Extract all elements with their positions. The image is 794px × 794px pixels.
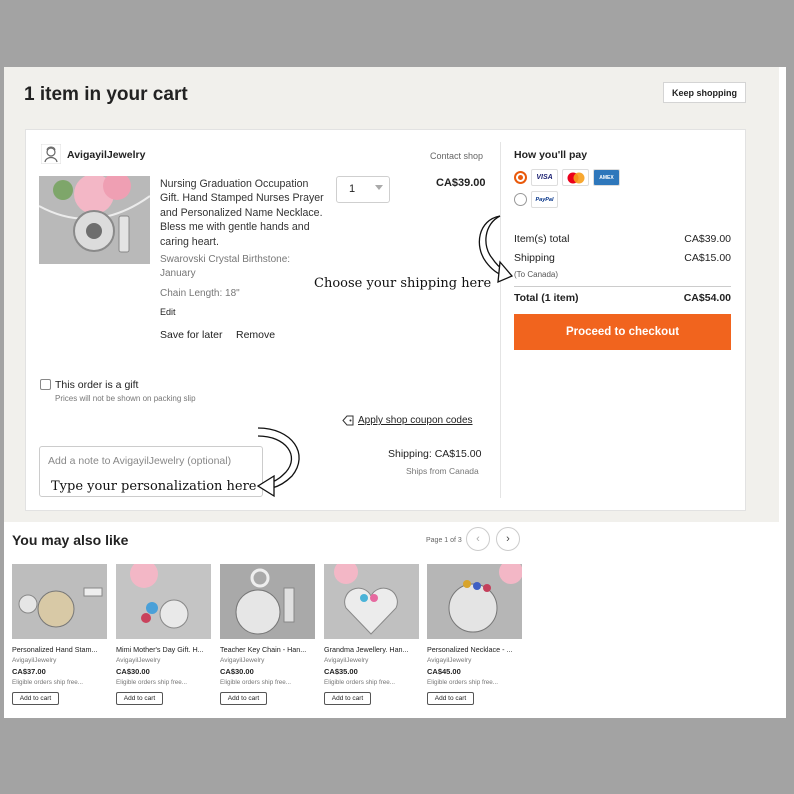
visa-icon: VISA (531, 169, 558, 186)
recommendation-image[interactable] (116, 564, 211, 639)
note-placeholder: Add a note to AvigayilJewelry (optional) (48, 455, 232, 467)
save-for-later-link[interactable]: Save for later (160, 329, 222, 341)
remove-link[interactable]: Remove (236, 329, 275, 341)
add-to-cart-button[interactable]: Add to cart (324, 692, 371, 705)
shipping-label: Shipping (514, 252, 555, 264)
recommendation-shop: AvigayilJewelry (220, 657, 265, 664)
keep-shopping-button[interactable]: Keep shopping (663, 82, 746, 103)
birthstone-option: Swarovski Crystal Birthstone: (160, 254, 291, 265)
recommendation-shipping: Eligible orders ship free... (324, 679, 396, 686)
amex-icon: AMEX (593, 169, 620, 186)
recommendation-shipping: Eligible orders ship free... (220, 679, 292, 686)
total-label: Total (1 item) (514, 292, 579, 304)
add-to-cart-button[interactable]: Add to cart (427, 692, 474, 705)
coupon-link-label: Apply shop coupon codes (358, 415, 473, 426)
proceed-to-checkout-button[interactable]: Proceed to checkout (514, 314, 731, 350)
card-payment-radio[interactable] (514, 171, 527, 184)
column-divider (500, 142, 501, 498)
recommendation-card[interactable]: Grandma Jewellery. Han... AvigayilJewelr… (324, 564, 419, 705)
recommendation-shop: AvigayilJewelry (116, 657, 161, 664)
recommendation-shop: AvigayilJewelry (324, 657, 369, 664)
recommendation-card[interactable]: Personalized Hand Stam... AvigayilJewelr… (12, 564, 107, 705)
total-value: CA$54.00 (683, 292, 731, 304)
recommendation-title[interactable]: Mimi Mother's Day Gift. H... (116, 645, 211, 654)
gift-label: This order is a gift (55, 379, 139, 391)
recommendation-title[interactable]: Teacher Key Chain - Han... (220, 645, 315, 654)
chevron-right-icon: › (506, 533, 510, 545)
edit-link[interactable]: Edit (160, 307, 176, 317)
page-title: 1 item in your cart (24, 84, 188, 105)
mastercard-icon (562, 169, 589, 186)
paypal-icon: PayPal (531, 191, 558, 208)
recommendation-shop: AvigayilJewelry (12, 657, 57, 664)
items-total-label: Item(s) total (514, 233, 570, 245)
paypal-radio[interactable] (514, 193, 527, 206)
curved-arrow-icon (256, 427, 300, 498)
birthstone-value: January (160, 268, 196, 279)
personalization-annotation: Type your personalization here (51, 479, 257, 494)
shipping-destination: (To Canada) (514, 270, 559, 279)
total-row: Total (1 item) CA$54.00 (514, 292, 731, 304)
page-indicator: Page 1 of 3 (426, 537, 462, 544)
prev-page-button[interactable]: ‹ (466, 527, 490, 551)
recommendation-price: CA$35.00 (324, 667, 358, 676)
summary-divider (514, 286, 731, 287)
chevron-left-icon: ‹ (476, 533, 480, 545)
ships-from-text: Ships from Canada (406, 466, 479, 476)
recommendation-shipping: Eligible orders ship free... (116, 679, 188, 686)
gift-checkbox[interactable] (40, 379, 51, 390)
items-total-row: Item(s) total CA$39.00 (514, 233, 731, 245)
chevron-down-icon (375, 185, 383, 190)
recommendation-title[interactable]: Personalized Hand Stam... (12, 645, 107, 654)
gift-sublabel: Prices will not be shown on packing slip (55, 394, 196, 403)
shipping-row: Shipping CA$15.00 (514, 252, 731, 264)
recommendation-image[interactable] (220, 564, 315, 639)
recommendation-price: CA$37.00 (12, 667, 46, 676)
add-to-cart-button[interactable]: Add to cart (12, 692, 59, 705)
recommendation-shop: AvigayilJewelry (427, 657, 472, 664)
recommendation-shipping: Eligible orders ship free... (427, 679, 499, 686)
recommendation-price: CA$45.00 (427, 667, 461, 676)
quantity-value: 1 (349, 183, 356, 195)
recommendation-price: CA$30.00 (116, 667, 150, 676)
shipping-value: CA$15.00 (684, 252, 731, 264)
add-to-cart-button[interactable]: Add to cart (220, 692, 267, 705)
recommendation-image[interactable] (427, 564, 522, 639)
add-to-cart-button[interactable]: Add to cart (116, 692, 163, 705)
shipping-annotation: Choose your shipping here (314, 276, 492, 291)
recommendation-card[interactable]: Personalized Necklace - ... AvigayilJewe… (427, 564, 522, 705)
shop-name-link[interactable]: AvigayilJewelry (67, 149, 145, 161)
item-price: CA$39.00 (436, 177, 486, 189)
recommendation-title[interactable]: Personalized Necklace - ... (427, 645, 522, 654)
recommendation-image[interactable] (12, 564, 107, 639)
contact-shop-link[interactable]: Contact shop (430, 151, 483, 161)
recommendations-title: You may also like (12, 532, 129, 548)
recommendation-price: CA$30.00 (220, 667, 254, 676)
recommendation-title[interactable]: Grandma Jewellery. Han... (324, 645, 419, 654)
recommendation-card[interactable]: Teacher Key Chain - Han... AvigayilJewel… (220, 564, 315, 705)
coupon-link[interactable]: Apply shop coupon codes (342, 415, 473, 426)
product-image[interactable] (39, 176, 150, 264)
tag-icon (342, 415, 354, 426)
quantity-select[interactable]: 1 (336, 176, 390, 203)
recommendation-image[interactable] (324, 564, 419, 639)
items-total-value: CA$39.00 (684, 233, 731, 245)
chain-length-option: Chain Length: 18" (160, 288, 240, 299)
next-page-button[interactable]: › (496, 527, 520, 551)
necklace-illustration-icon (39, 176, 150, 264)
payment-title: How you'll pay (514, 149, 588, 161)
recommendation-shipping: Eligible orders ship free... (12, 679, 84, 686)
product-title-link[interactable]: Nursing Graduation Occupation Gift. Hand… (160, 177, 326, 249)
shop-avatar-icon[interactable] (41, 144, 61, 164)
shipping-cost: Shipping: CA$15.00 (388, 448, 482, 460)
recommendation-card[interactable]: Mimi Mother's Day Gift. H... AvigayilJew… (116, 564, 211, 705)
